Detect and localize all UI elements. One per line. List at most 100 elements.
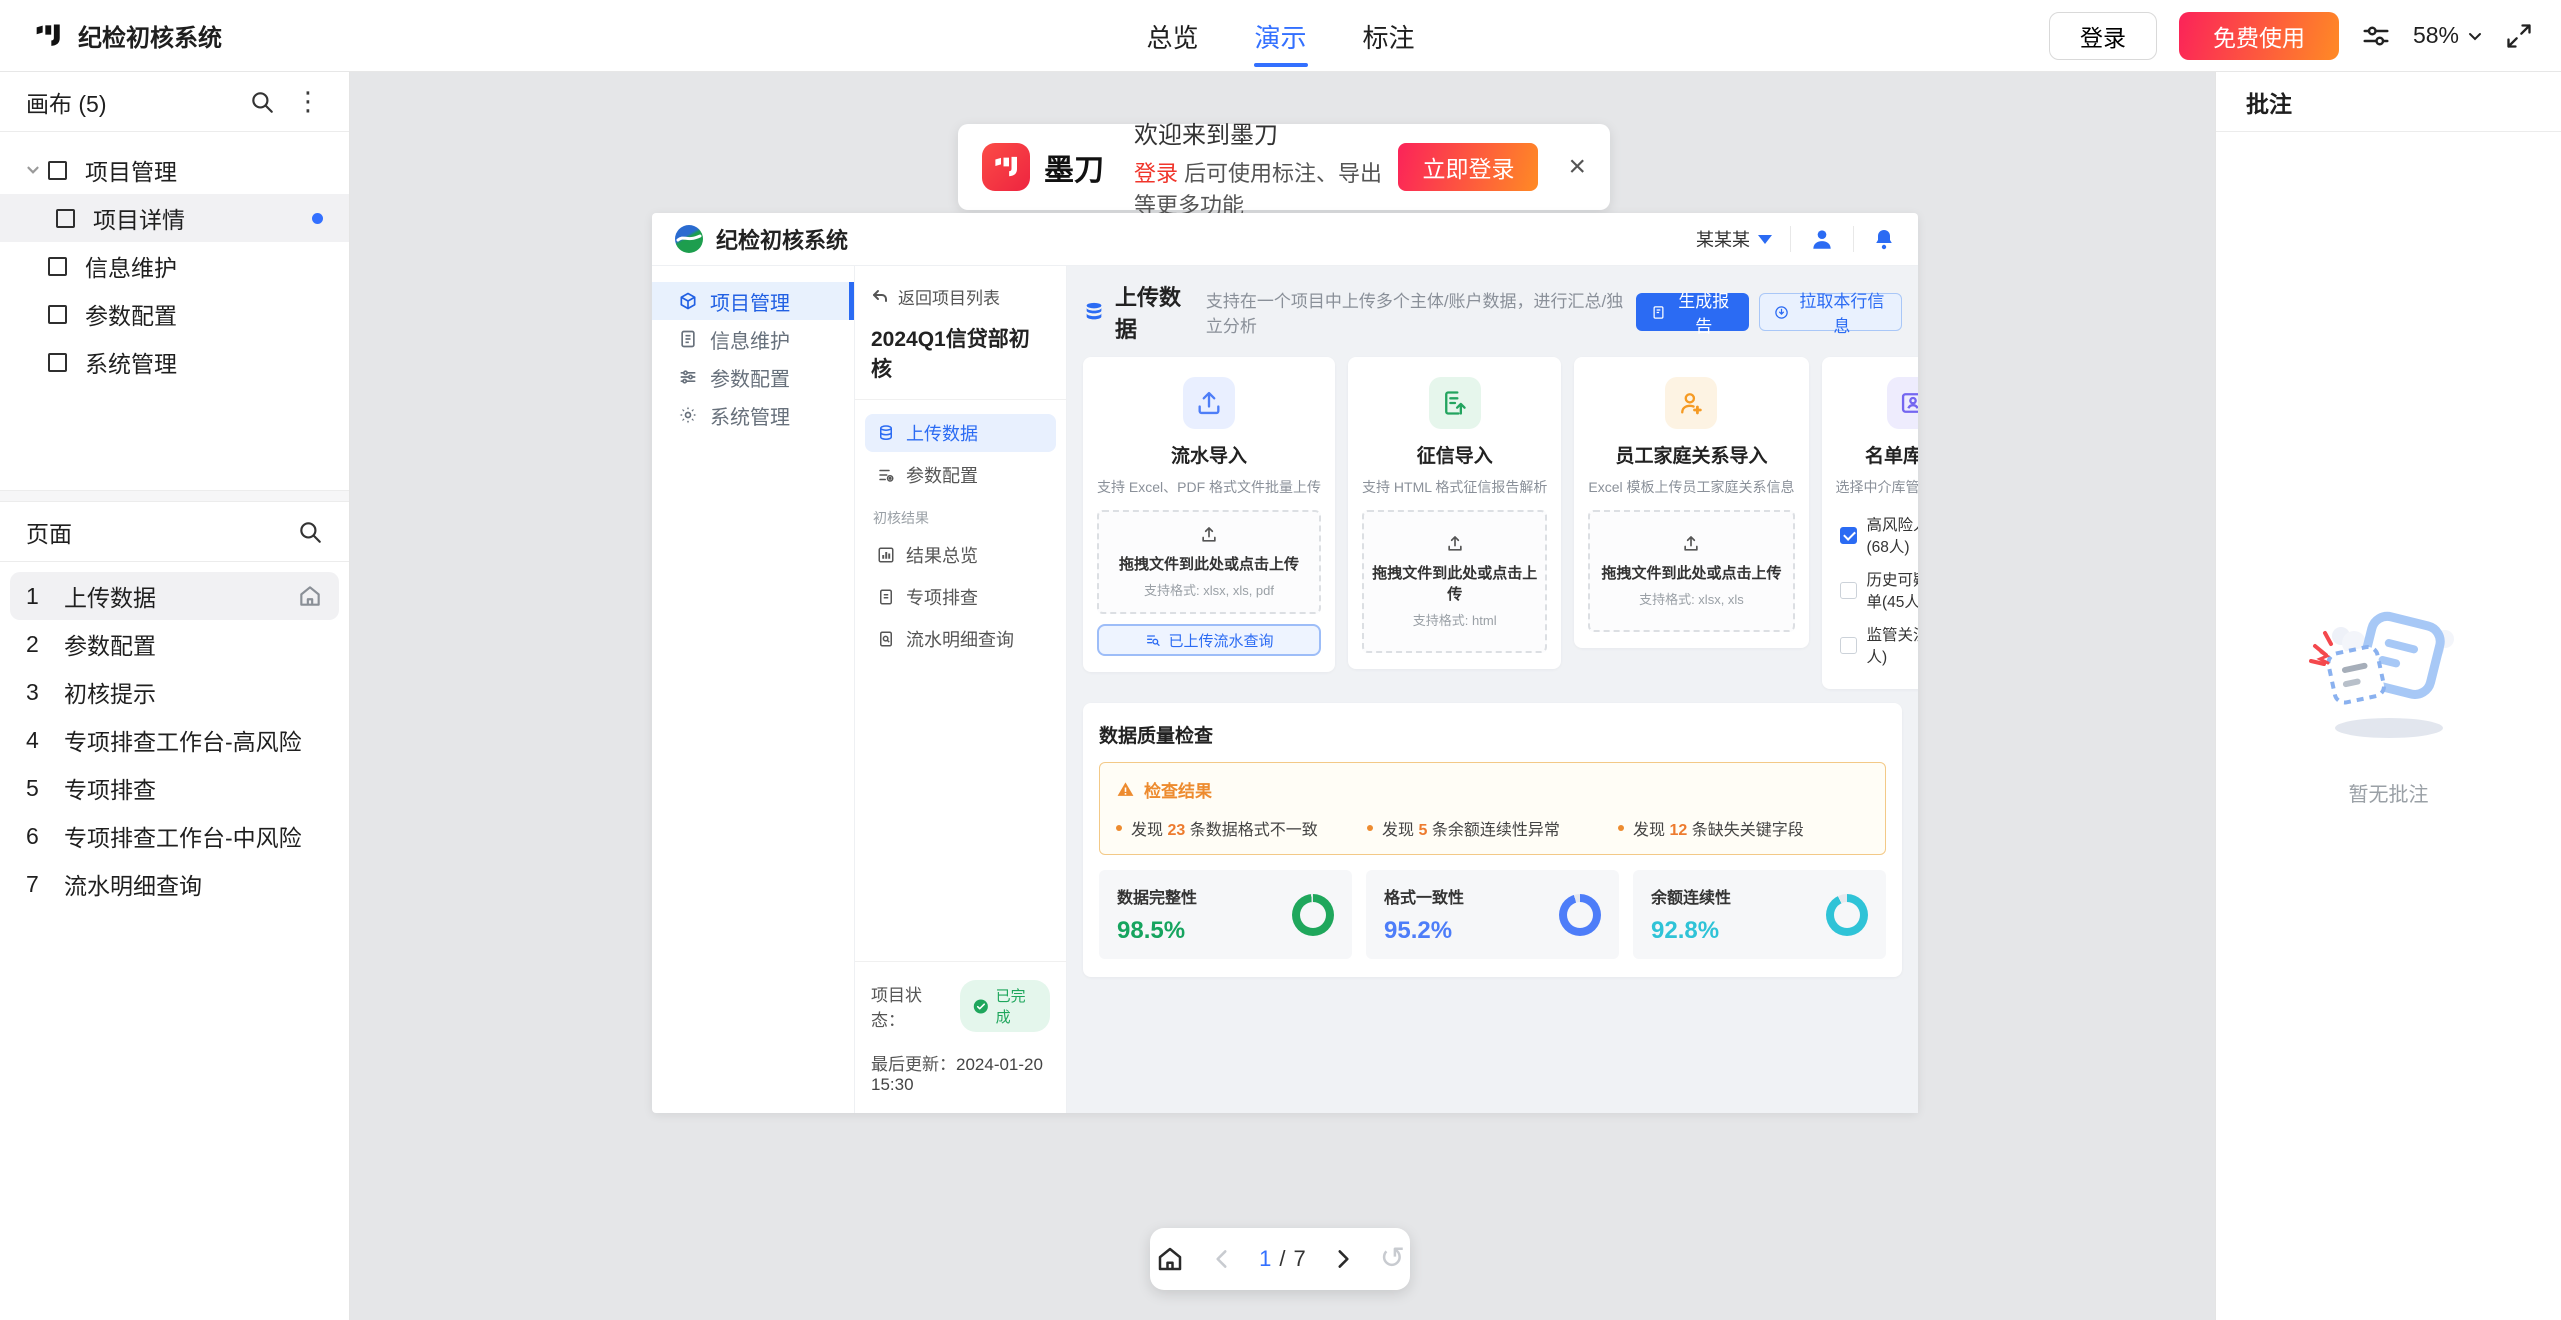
login-now-button[interactable]: 立即登录 — [1398, 143, 1538, 191]
uploaded-flow-query-button[interactable]: 已上传流水查询 — [1097, 624, 1321, 656]
left-sidebar: 画布 (5) ⋮ 项目管理 项目详情 信 — [0, 72, 350, 1320]
sidebar-divider — [0, 490, 349, 502]
last-updated: 最后更新：2024-01-20 15:30 — [871, 1050, 1050, 1095]
mockingbot-red-logo-icon — [982, 143, 1030, 191]
upload-icon — [1681, 534, 1701, 554]
project-menu-flow-detail-query[interactable]: 流水明细查询 — [865, 620, 1056, 658]
checkbox[interactable] — [1840, 582, 1857, 599]
preferences-icon[interactable] — [2361, 21, 2391, 51]
next-page-icon[interactable] — [1330, 1246, 1356, 1272]
file-dropzone[interactable]: 拖拽文件到此处或点击上传 支持格式: xlsx, xls — [1588, 510, 1794, 632]
project-menu-upload-data[interactable]: 上传数据 — [865, 414, 1056, 452]
page-item-2[interactable]: 2 参数配置 — [10, 620, 339, 668]
page-number: 1 — [26, 583, 64, 610]
proto-nav-system-management[interactable]: 系统管理 — [652, 396, 854, 434]
fullscreen-icon[interactable] — [2505, 22, 2533, 50]
banner-login-link[interactable]: 登录 — [1134, 161, 1178, 186]
canvas-item-info-maintenance[interactable]: 信息维护 — [0, 242, 349, 290]
page-number: 3 — [26, 679, 64, 706]
list-option-regulator-watch[interactable]: 监管关注名单(32人) — [1840, 623, 1918, 667]
search-icon[interactable] — [297, 519, 323, 545]
database-icon — [1083, 300, 1105, 324]
canvas-item-project-detail[interactable]: 项目详情 — [0, 194, 349, 242]
metric-data-completeness: 数据完整性 98.5% — [1099, 870, 1352, 959]
proto-nav-project-management[interactable]: 项目管理 — [652, 282, 854, 320]
bell-icon[interactable] — [1872, 227, 1896, 251]
file-dropzone[interactable]: 拖拽文件到此处或点击上传 支持格式: html — [1362, 510, 1547, 653]
app-brand: 纪检初核系统 — [0, 18, 222, 53]
menu-label: 专项排查 — [906, 584, 978, 610]
canvas-item-project-management[interactable]: 项目管理 — [0, 146, 349, 194]
login-button[interactable]: 登录 — [2049, 12, 2157, 60]
page-label: 初核提示 — [64, 675, 323, 709]
checkbox[interactable] — [1840, 637, 1857, 654]
tab-presentation[interactable]: 演示 — [1254, 0, 1306, 72]
canvas-tree: 项目管理 项目详情 信息维护 参数配置 系统管理 — [0, 132, 349, 394]
card-desc: 支持 Excel、PDF 格式文件批量上传 — [1097, 477, 1321, 497]
file-icon — [877, 588, 895, 606]
page-number: 5 — [26, 775, 64, 802]
status-value: 已完成 — [996, 985, 1037, 1027]
free-use-button[interactable]: 免费使用 — [2179, 12, 2339, 60]
page-number: 7 — [26, 871, 64, 898]
canvas-item-label: 项目管理 — [85, 153, 177, 187]
replay-icon[interactable]: ↺ — [1380, 1244, 1405, 1274]
page-item-7[interactable]: 7 流水明细查询 — [10, 860, 339, 908]
canvas-item-parameter-config[interactable]: 参数配置 — [0, 290, 349, 338]
list-option-history-suspect[interactable]: 历史可疑人员名单(45人) — [1840, 568, 1918, 612]
upload-data-content: 上传数据 支持在一个项目中上传多个主体/账户数据，进行汇总/独立分析 生成报告 … — [1067, 266, 1918, 1113]
menu-label: 上传数据 — [906, 420, 978, 446]
nav-label: 系统管理 — [710, 401, 790, 430]
project-menu-special-check[interactable]: 专项排查 — [865, 578, 1056, 616]
canvas-item-system-management[interactable]: 系统管理 — [0, 338, 349, 386]
checkbox-checked[interactable] — [1840, 527, 1857, 544]
upload-card-credit-import: 征信导入 支持 HTML 格式征信报告解析 拖拽文件到此处或点击上传 支持格式:… — [1348, 357, 1561, 669]
user-icon[interactable] — [1809, 226, 1835, 252]
fetch-bank-info-button[interactable]: 拉取本行信息 — [1759, 293, 1902, 331]
home-icon[interactable] — [1155, 1244, 1185, 1274]
project-menu-parameter-config[interactable]: 参数配置 — [865, 456, 1056, 494]
current-page: 1 — [1259, 1246, 1271, 1272]
file-dropzone[interactable]: 拖拽文件到此处或点击上传 支持格式: xlsx, xls, pdf — [1097, 510, 1321, 614]
current-canvas-dot — [312, 213, 323, 224]
search-icon[interactable] — [249, 89, 275, 115]
caret-down-icon — [1758, 235, 1772, 244]
page-item-6[interactable]: 6 专项排查工作台-中风险 — [10, 812, 339, 860]
id-card-icon — [1887, 377, 1918, 429]
prototype-app-title: 纪检初核系统 — [716, 223, 848, 255]
page-item-1[interactable]: 1 上传数据 — [10, 572, 339, 620]
upload-card-family-relation: 员工家庭关系导入 Excel 模板上传员工家庭关系信息 拖拽文件到此处或点击上传… — [1574, 357, 1808, 648]
page-item-4[interactable]: 4 专项排查工作台-高风险 — [10, 716, 339, 764]
metric-balance-continuity: 余额连续性 92.8% — [1633, 870, 1886, 959]
generate-report-button[interactable]: 生成报告 — [1636, 293, 1749, 331]
more-menu-icon[interactable]: ⋮ — [293, 86, 323, 117]
check-result-label: 检查结果 — [1144, 777, 1212, 802]
back-to-project-list[interactable]: 返回项目列表 — [871, 284, 1050, 309]
proto-nav-parameter-config[interactable]: 参数配置 — [652, 358, 854, 396]
page-item-3[interactable]: 3 初核提示 — [10, 668, 339, 716]
dropzone-formats: 支持格式: xlsx, xls, pdf — [1105, 580, 1313, 599]
menu-label: 参数配置 — [906, 462, 978, 488]
topbar: 纪检初核系统 总览 演示 标注 登录 免费使用 58% — [0, 0, 2561, 72]
close-icon[interactable]: × — [1568, 150, 1586, 184]
database-icon — [877, 424, 895, 442]
updated-label: 最后更新： — [871, 1055, 956, 1074]
prev-page-icon[interactable] — [1209, 1246, 1235, 1272]
prototype-header: 纪检初核系统 某某某 — [652, 213, 1918, 266]
file-search-icon — [877, 630, 895, 648]
page-label: 流水明细查询 — [64, 867, 323, 901]
list-search-icon — [1145, 632, 1161, 648]
gear-icon — [678, 405, 698, 425]
zoom-control[interactable]: 58% — [2413, 22, 2483, 49]
list-option-high-risk[interactable]: 高风险人员名单(68人) — [1840, 513, 1918, 557]
tab-annotation[interactable]: 标注 — [1363, 0, 1415, 72]
canvas-panel-title: 画布 (5) — [26, 85, 107, 119]
project-menu-result-overview[interactable]: 结果总览 — [865, 536, 1056, 574]
tab-overview[interactable]: 总览 — [1146, 0, 1198, 72]
proto-nav-info-maintenance[interactable]: 信息维护 — [652, 320, 854, 358]
user-menu[interactable]: 某某某 — [1696, 226, 1772, 252]
page-item-5[interactable]: 5 专项排查 — [10, 764, 339, 812]
quality-title: 数据质量检查 — [1099, 721, 1886, 748]
chevron-down-icon[interactable] — [18, 161, 48, 179]
dropzone-text: 拖拽文件到此处或点击上传 — [1105, 553, 1313, 574]
